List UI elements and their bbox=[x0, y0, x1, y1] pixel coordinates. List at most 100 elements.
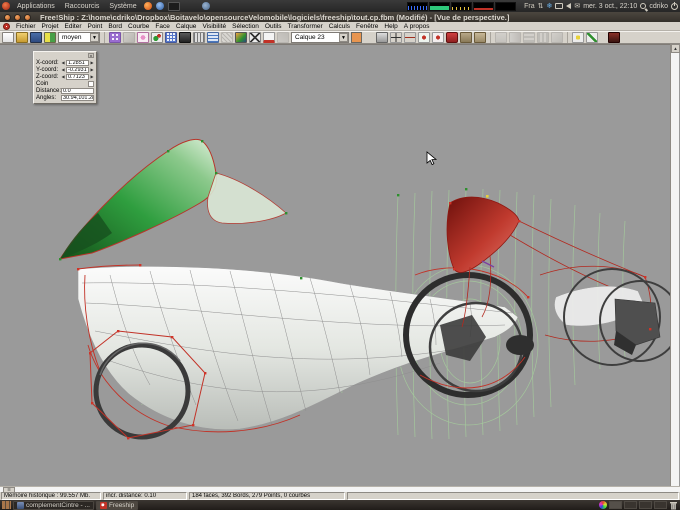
z-coord-field[interactable]: 0.7123 bbox=[66, 74, 89, 80]
layer-dropdown-arrow[interactable]: ▼ bbox=[339, 33, 348, 42]
task-complementcintre[interactable]: complementCintre - ... bbox=[13, 501, 94, 510]
menu-transformer[interactable]: Transformer bbox=[288, 23, 323, 30]
clock[interactable]: mer. 3 oct., 22:10 bbox=[583, 3, 637, 10]
menu-editer[interactable]: Editer bbox=[65, 23, 82, 30]
window-close-button[interactable] bbox=[4, 14, 11, 21]
unlock-all-icon[interactable] bbox=[474, 32, 486, 43]
x-coord-decrement[interactable]: ◀ bbox=[61, 60, 65, 65]
precision-dropdown[interactable]: moyen ▼ bbox=[58, 32, 100, 43]
workspace-1[interactable] bbox=[609, 501, 622, 509]
open-file-icon[interactable] bbox=[16, 32, 28, 43]
window-maximize-button[interactable] bbox=[24, 14, 31, 21]
window-list-icon[interactable] bbox=[2, 501, 11, 509]
angles-field[interactable]: 30.94,101.28,61.6 bbox=[61, 95, 94, 101]
y-coord-field[interactable]: -0.2931 bbox=[66, 67, 89, 73]
menu-fenetre[interactable]: Fenêtre bbox=[356, 23, 378, 30]
curve-disabled-icon[interactable] bbox=[551, 32, 563, 43]
grid-intersections-icon[interactable] bbox=[109, 32, 121, 43]
menu-point[interactable]: Point bbox=[87, 23, 102, 30]
window-minimize-button[interactable] bbox=[14, 14, 21, 21]
shade-mode-icon[interactable] bbox=[235, 32, 247, 43]
workspace-2[interactable] bbox=[624, 501, 637, 509]
collapse-disabled-icon[interactable] bbox=[495, 32, 507, 43]
menu-systeme[interactable]: Système bbox=[106, 3, 139, 10]
menu-outils[interactable]: Outils bbox=[265, 23, 282, 30]
export-icon[interactable] bbox=[44, 32, 56, 43]
scroll-up-icon[interactable]: ▲ bbox=[671, 44, 680, 53]
menu-projet[interactable]: Projet bbox=[42, 23, 59, 30]
align-disabled-icon[interactable] bbox=[523, 32, 535, 43]
distro-logo-icon[interactable] bbox=[2, 2, 10, 10]
trash-icon[interactable] bbox=[669, 501, 678, 510]
color-wheel-icon[interactable] bbox=[599, 501, 607, 509]
insert-plane-icon[interactable] bbox=[418, 32, 430, 43]
wireframe-mode-icon[interactable] bbox=[249, 32, 261, 43]
search-icon[interactable] bbox=[640, 3, 646, 9]
globe-icon[interactable] bbox=[202, 2, 210, 10]
move-point-icon[interactable] bbox=[404, 32, 416, 43]
stations-icon[interactable] bbox=[179, 32, 191, 43]
menu-calque[interactable]: Calque bbox=[176, 23, 197, 30]
check-model-icon[interactable] bbox=[572, 32, 584, 43]
menu-face[interactable]: Face bbox=[155, 23, 169, 30]
terminal-icon[interactable] bbox=[168, 2, 180, 11]
x-coord-increment[interactable]: ▶ bbox=[90, 60, 94, 65]
window-pod-icon[interactable] bbox=[376, 32, 388, 43]
layer-dropdown[interactable]: Calque 23 ▼ bbox=[291, 32, 349, 43]
z-coord-decrement[interactable]: ◀ bbox=[61, 74, 65, 79]
display-icon[interactable] bbox=[555, 3, 563, 9]
menu-help[interactable]: Help bbox=[384, 23, 397, 30]
save-file-icon[interactable] bbox=[30, 32, 42, 43]
task-freeship[interactable]: Freeship bbox=[96, 501, 138, 510]
developability-check-icon[interactable] bbox=[137, 32, 149, 43]
y-coord-decrement[interactable]: ◀ bbox=[61, 67, 65, 72]
user-menu[interactable]: cdriko bbox=[649, 3, 668, 10]
mail-icon[interactable]: ✉ bbox=[574, 2, 580, 10]
gauss-curvature-icon[interactable] bbox=[151, 32, 163, 43]
coordinate-panel-titlebar[interactable]: x bbox=[36, 53, 94, 58]
keyboard-indicator[interactable]: Fra bbox=[524, 3, 535, 10]
menu-courbe[interactable]: Courbe bbox=[128, 23, 149, 30]
window-titlebar[interactable]: Free!Ship : Z:\home\cdriko\Dropbox\Boita… bbox=[0, 12, 680, 22]
flip-disabled-icon[interactable] bbox=[537, 32, 549, 43]
waterlines-icon[interactable] bbox=[207, 32, 219, 43]
delete-icon[interactable] bbox=[608, 32, 620, 43]
menu-visibilite[interactable]: Visibilité bbox=[202, 23, 226, 30]
buttocks-icon[interactable] bbox=[193, 32, 205, 43]
close-icon[interactable]: x bbox=[88, 53, 94, 58]
workspace-3[interactable] bbox=[639, 501, 652, 509]
menu-fichier[interactable]: Fichier bbox=[16, 23, 36, 30]
layer-color-swatch[interactable] bbox=[351, 32, 362, 43]
control-net-icon[interactable] bbox=[165, 32, 177, 43]
freeship-app-icon[interactable] bbox=[3, 23, 10, 30]
volume-icon[interactable] bbox=[566, 3, 571, 9]
vertical-scrollbar[interactable]: ▲ bbox=[670, 44, 679, 486]
z-coord-increment[interactable]: ▶ bbox=[90, 74, 94, 79]
menu-calculs[interactable]: Calculs bbox=[329, 23, 350, 30]
system-monitor-graphs[interactable] bbox=[407, 2, 516, 11]
menu-applications[interactable]: Applications bbox=[14, 3, 58, 10]
lock-points-icon[interactable] bbox=[446, 32, 458, 43]
split-disabled-icon[interactable] bbox=[509, 32, 521, 43]
menu-selection[interactable]: Sélection bbox=[232, 23, 259, 30]
network-arrows-icon[interactable]: ⇅ bbox=[538, 2, 544, 10]
corner-checkbox[interactable] bbox=[88, 81, 94, 87]
add-point-icon[interactable] bbox=[390, 32, 402, 43]
perspective-viewport[interactable]: x X-coord: ◀ 1.2851 ▶ Y-coord: ◀ -0.2931… bbox=[0, 44, 670, 486]
workspace-4[interactable] bbox=[654, 501, 667, 509]
intersect-layers-icon[interactable] bbox=[432, 32, 444, 43]
precision-dropdown-arrow[interactable]: ▼ bbox=[90, 33, 99, 42]
coordinate-panel[interactable]: x X-coord: ◀ 1.2851 ▶ Y-coord: ◀ -0.2931… bbox=[33, 51, 97, 104]
x-coord-field[interactable]: 1.2851 bbox=[66, 60, 89, 66]
validate-icon[interactable] bbox=[586, 32, 598, 43]
new-file-icon[interactable] bbox=[2, 32, 14, 43]
normals-disabled-icon[interactable] bbox=[277, 32, 289, 43]
pen-disabled-icon[interactable] bbox=[123, 32, 135, 43]
help-icon[interactable] bbox=[156, 2, 164, 10]
menu-apropos[interactable]: A propos bbox=[404, 23, 430, 30]
menu-bord[interactable]: Bord bbox=[108, 23, 122, 30]
bluetooth-icon[interactable]: ❄ bbox=[546, 2, 552, 10]
y-coord-increment[interactable]: ▶ bbox=[90, 67, 94, 72]
power-icon[interactable] bbox=[671, 3, 678, 10]
menu-raccourcis[interactable]: Raccourcis bbox=[62, 3, 103, 10]
